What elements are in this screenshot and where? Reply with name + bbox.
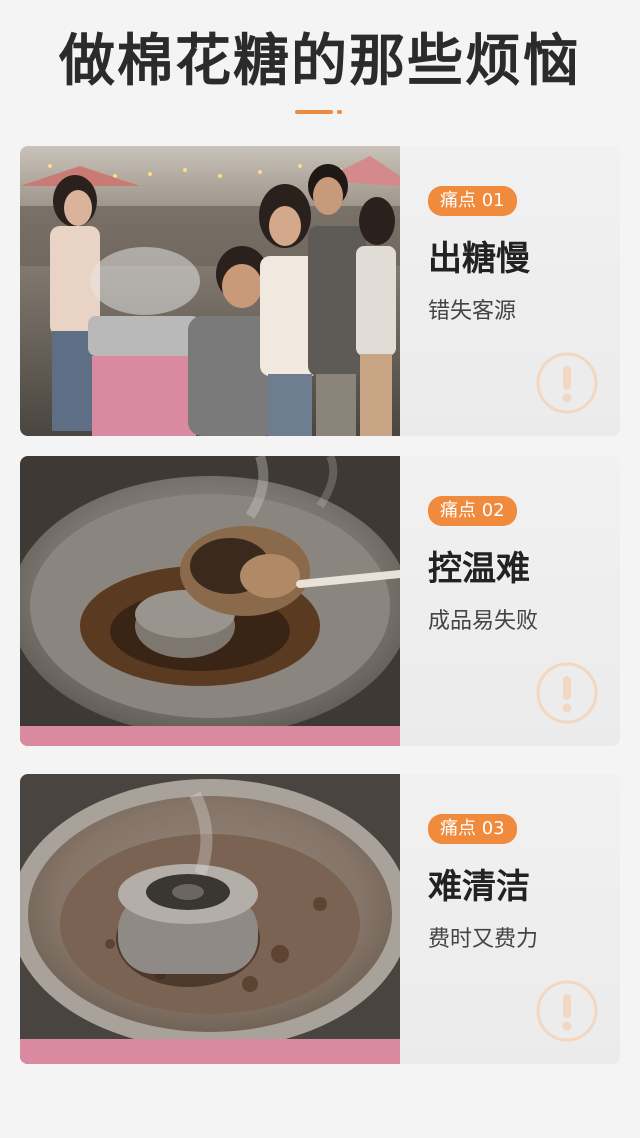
title-underline <box>295 110 345 114</box>
pain-point-card-1: 痛点 01 出糖慢 错失客源 <box>20 146 620 436</box>
pain-point-heading: 控温难 <box>428 549 530 589</box>
pain-point-card-2: 痛点 02 控温难 成品易失败 <box>20 456 620 746</box>
pain-point-badge: 痛点 02 <box>428 496 517 526</box>
pain-point-description: 费时又费力 <box>428 927 539 952</box>
warning-icon <box>536 980 598 1042</box>
pain-point-heading: 出糖慢 <box>428 239 530 279</box>
pain-point-description: 错失客源 <box>428 299 517 324</box>
dirty-machine-photo <box>20 774 400 1064</box>
pain-point-badge: 痛点 03 <box>428 814 517 844</box>
pain-point-description: 成品易失败 <box>428 609 539 634</box>
pain-point-card-3: 痛点 03 难清洁 费时又费力 <box>20 774 620 1064</box>
market-queue-photo <box>20 146 400 436</box>
pain-point-badge: 痛点 01 <box>428 186 517 216</box>
card-text-panel: 痛点 02 控温难 成品易失败 <box>400 456 620 746</box>
pain-point-heading: 难清洁 <box>428 867 530 907</box>
warning-icon <box>536 352 598 414</box>
card-text-panel: 痛点 01 出糖慢 错失客源 <box>400 146 620 436</box>
page-title: 做棉花糖的那些烦恼 <box>59 29 581 94</box>
burnt-sugar-photo <box>20 456 400 746</box>
warning-icon <box>536 662 598 724</box>
card-text-panel: 痛点 03 难清洁 费时又费力 <box>400 774 620 1064</box>
